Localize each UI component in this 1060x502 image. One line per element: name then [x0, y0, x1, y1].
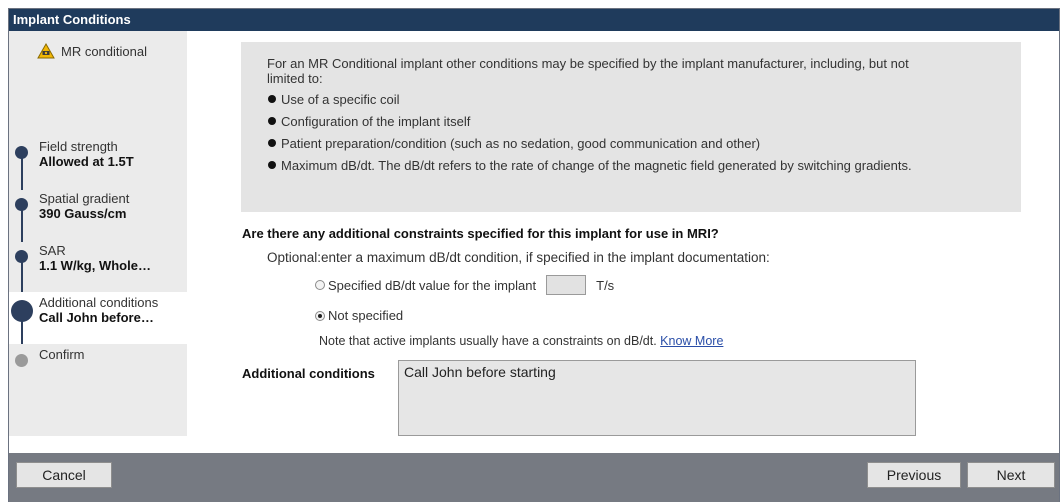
option-not-specified-row: Not specified: [315, 308, 403, 323]
info-bullet: Use of a specific coil: [267, 92, 927, 107]
step-label: Additional conditions: [39, 295, 159, 310]
radio-not-specified[interactable]: [315, 310, 325, 321]
info-panel: For an MR Conditional implant other cond…: [241, 42, 1021, 212]
cancel-button[interactable]: Cancel: [16, 462, 112, 488]
implant-conditions-window: Implant Conditions MR conditional Field …: [8, 8, 1060, 502]
wizard-steps: Field strength Allowed at 1.5T Spatial g…: [9, 136, 187, 396]
step-connector: [21, 320, 23, 344]
mr-status-label: MR conditional: [61, 43, 147, 59]
note-text: Note that active implants usually have a…: [319, 334, 657, 348]
info-bullet: Patient preparation/condition (such as n…: [267, 136, 927, 151]
additional-conditions-input[interactable]: Call John before starting: [398, 360, 916, 436]
step-label: Confirm: [39, 347, 85, 362]
step-connector: [21, 208, 23, 242]
step-spatial-gradient[interactable]: Spatial gradient 390 Gauss/cm: [9, 188, 187, 242]
step-label: SAR: [39, 243, 66, 258]
optional-instruction: Optional:enter a maximum dB/dt condition…: [267, 250, 770, 265]
step-connector: [21, 260, 23, 294]
step-pending-icon: [15, 354, 28, 367]
step-label: Spatial gradient: [39, 191, 130, 206]
step-additional-conditions[interactable]: Additional conditions Call John before…: [9, 292, 187, 344]
info-bullets: Use of a specific coil Configuration of …: [267, 92, 1021, 173]
step-current-icon: [11, 300, 33, 322]
step-value: 390 Gauss/cm: [39, 206, 127, 221]
step-confirm[interactable]: Confirm: [9, 344, 187, 396]
know-more-link[interactable]: Know More: [660, 334, 723, 348]
option-not-specified-label[interactable]: Not specified: [328, 308, 403, 323]
radio-specified[interactable]: [315, 280, 325, 290]
additional-conditions-label: Additional conditions: [242, 366, 375, 381]
dbdt-value-input[interactable]: [546, 275, 587, 295]
info-bullet: Configuration of the implant itself: [267, 114, 927, 129]
dbdt-note: Note that active implants usually have a…: [319, 334, 723, 348]
step-value: Allowed at 1.5T: [39, 154, 134, 169]
option-specified-row: Specified dB/dt value for the implant T/…: [315, 275, 614, 295]
step-value: Call John before…: [39, 310, 154, 325]
previous-button[interactable]: Previous: [867, 462, 961, 488]
window-title: Implant Conditions: [9, 9, 1059, 31]
warning-triangle-icon: [37, 42, 55, 59]
step-connector: [21, 156, 23, 190]
dbdt-unit: T/s: [596, 277, 615, 293]
info-intro: For an MR Conditional implant other cond…: [267, 56, 909, 86]
wizard-sidebar: MR conditional Field strength Allowed at…: [9, 31, 187, 436]
step-sar[interactable]: SAR 1.1 W/kg, Whole…: [9, 240, 187, 294]
step-label: Field strength: [39, 139, 118, 154]
next-button[interactable]: Next: [967, 462, 1055, 488]
step-value: 1.1 W/kg, Whole…: [39, 258, 151, 273]
info-bullet: Maximum dB/dt. The dB/dt refers to the r…: [267, 158, 927, 173]
footer-bar: Cancel Previous Next: [9, 453, 1059, 502]
mr-status: MR conditional: [37, 42, 147, 59]
step-field-strength[interactable]: Field strength Allowed at 1.5T: [9, 136, 187, 190]
option-specified-label[interactable]: Specified dB/dt value for the implant: [328, 278, 536, 293]
constraints-question: Are there any additional constraints spe…: [242, 226, 719, 241]
